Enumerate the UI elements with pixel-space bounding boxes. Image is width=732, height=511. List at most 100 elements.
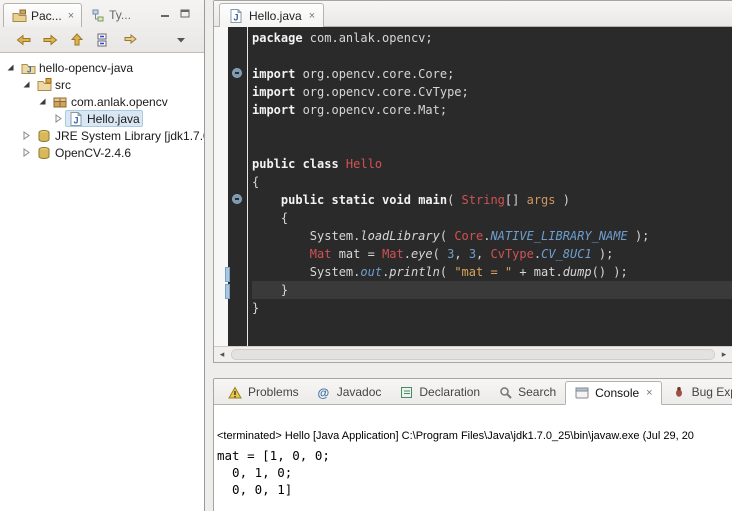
java-file-icon: J [228, 9, 244, 23]
code-line-2 [252, 47, 732, 65]
package-icon [52, 95, 68, 109]
left-toolbar [0, 27, 204, 52]
tree-item-hello-java[interactable]: J Hello.java [0, 110, 204, 127]
view-tab-label: Pac... [31, 9, 62, 23]
view-tab-label: Console [595, 386, 639, 400]
java-project-icon: J [20, 61, 36, 75]
tree-item-hello-opencv-java[interactable]: Jhello-opencv-java [0, 59, 204, 76]
tree-item-src[interactable]: src [0, 76, 204, 93]
scroll-right-icon[interactable]: ▸ [716, 349, 732, 360]
svg-text:J: J [27, 66, 31, 75]
expanded-expander-icon[interactable] [20, 80, 33, 89]
close-icon[interactable]: × [68, 10, 74, 22]
svg-text:J: J [74, 115, 79, 125]
scrollbar-thumb[interactable] [231, 349, 715, 360]
console-icon [574, 386, 590, 400]
tree-item-com-anlak-opencv[interactable]: com.anlak.opencv [0, 93, 204, 110]
console-output: mat = [1, 0, 0; 0, 1, 0; 0, 0, 1] [217, 447, 728, 498]
code-line-12: System.loadLibrary( Core.NATIVE_LIBRARY_… [252, 227, 732, 245]
tree-item-label: JRE System Library [jdk1.7.0 [55, 129, 204, 143]
editor-tabbar: J Hello.java × [214, 1, 732, 27]
view-tab-problems[interactable]: Problems [219, 380, 307, 404]
java-file-icon: J [68, 112, 84, 126]
collapse-all-button[interactable] [95, 31, 113, 49]
back-button[interactable] [14, 31, 32, 49]
collapsed-expander-icon[interactable] [52, 114, 65, 123]
link-editor-button[interactable] [122, 31, 140, 49]
library-icon [36, 146, 52, 160]
view-tab-ty[interactable]: Ty... [82, 3, 138, 27]
tree-item-label: hello-opencv-java [39, 61, 133, 75]
view-window-buttons [159, 8, 190, 18]
tree-item-body[interactable]: JRE System Library [jdk1.7.0 [33, 127, 204, 144]
expanded-expander-icon[interactable] [4, 63, 17, 72]
tree-item-body[interactable]: Jhello-opencv-java [17, 59, 136, 76]
view-tab-label: Javadoc [337, 385, 382, 399]
minimize-icon[interactable] [159, 8, 170, 18]
range-indicator [225, 284, 230, 299]
view-tab-console[interactable]: Console × [565, 381, 661, 405]
fold-collapse-icon[interactable] [232, 68, 242, 78]
range-indicator [225, 267, 230, 282]
close-icon[interactable]: × [309, 10, 315, 22]
console-header: <terminated> Hello [Java Application] C:… [217, 430, 728, 442]
view-tab-pac[interactable]: Pac... × [3, 3, 82, 27]
view-menu-button[interactable] [172, 31, 190, 49]
left-view-chrome: Pac... × Ty... [0, 0, 204, 53]
type-hierarchy-icon [89, 8, 105, 22]
tree-item-label: Hello.java [87, 112, 140, 126]
library-icon [36, 129, 52, 143]
code-line-4: import org.opencv.core.CvType; [252, 83, 732, 101]
tree-item-body[interactable]: OpenCV-2.4.6 [33, 144, 134, 161]
forward-button[interactable] [41, 31, 59, 49]
code-line-16: } [252, 299, 732, 317]
source-folder-icon [36, 78, 52, 92]
collapsed-expander-icon[interactable] [20, 148, 33, 157]
view-tab-label: Problems [248, 385, 299, 399]
horizontal-scrollbar[interactable]: ◂ ▸ [214, 346, 732, 362]
view-tab-label: Search [518, 385, 556, 399]
folding-ruler[interactable] [228, 27, 248, 346]
view-tab-search[interactable]: Search [489, 380, 564, 404]
search-icon [497, 385, 513, 399]
editor-body: package com.anlak.opencv; import org.open… [214, 27, 732, 346]
code-line-5: import org.opencv.core.Mat; [252, 101, 732, 119]
view-tab-label: Bug Explorer [692, 385, 732, 399]
view-tab-label: Ty... [109, 8, 131, 22]
editor-tab-hello-java[interactable]: J Hello.java × [219, 3, 324, 27]
code-line-14: System.out.println( "mat = " + mat.dump(… [252, 263, 732, 281]
tree-item-body[interactable]: com.anlak.opencv [49, 93, 171, 110]
scroll-left-icon[interactable]: ◂ [214, 349, 230, 360]
view-tab-javadoc[interactable]: @ Javadoc [308, 380, 390, 404]
problems-icon [227, 385, 243, 399]
view-tab-declaration[interactable]: Declaration [390, 380, 488, 404]
svg-text:J: J [234, 12, 239, 22]
view-tab-label: Declaration [419, 385, 480, 399]
code-line-9: { [252, 173, 732, 191]
maximize-icon[interactable] [179, 8, 190, 18]
project-tree: Jhello-opencv-java srccom.anlak.opencv J He… [0, 54, 204, 511]
tree-item-label: src [55, 78, 71, 92]
tree-item-body[interactable]: J Hello.java [65, 110, 143, 127]
tree-item-body[interactable]: src [33, 76, 74, 93]
bottom-tabbar: Problems @ Javadoc Declaration Search Console… [214, 379, 732, 405]
collapsed-expander-icon[interactable] [20, 131, 33, 140]
tree-item-jre-system-library-jdk1-7-0[interactable]: JRE System Library [jdk1.7.0 [0, 127, 204, 144]
fold-collapse-icon[interactable] [232, 194, 242, 204]
tree-item-opencv-2-4-6[interactable]: OpenCV-2.4.6 [0, 144, 204, 161]
tree-item-label: com.anlak.opencv [71, 95, 168, 109]
close-icon[interactable]: × [646, 387, 652, 399]
view-tab-bug-explorer[interactable]: Bug Explorer [663, 380, 732, 404]
console-content[interactable]: <terminated> Hello [Java Application] C:… [214, 405, 732, 511]
bug-icon [671, 385, 687, 399]
code-line-1: package com.anlak.opencv; [252, 29, 732, 47]
up-button[interactable] [68, 31, 86, 49]
javadoc-icon: @ [316, 385, 332, 399]
code-line-13: Mat mat = Mat.eye( 3, 3, CvType.CV_8UC1 … [252, 245, 732, 263]
code-line-10: public static void main( String[] args ) [252, 191, 732, 209]
code-line-6 [252, 119, 732, 137]
code-line-15: } [252, 281, 732, 299]
expanded-expander-icon[interactable] [36, 97, 49, 106]
code-editor[interactable]: package com.anlak.opencv; import org.open… [248, 27, 732, 346]
code-line-8: public class Hello [252, 155, 732, 173]
